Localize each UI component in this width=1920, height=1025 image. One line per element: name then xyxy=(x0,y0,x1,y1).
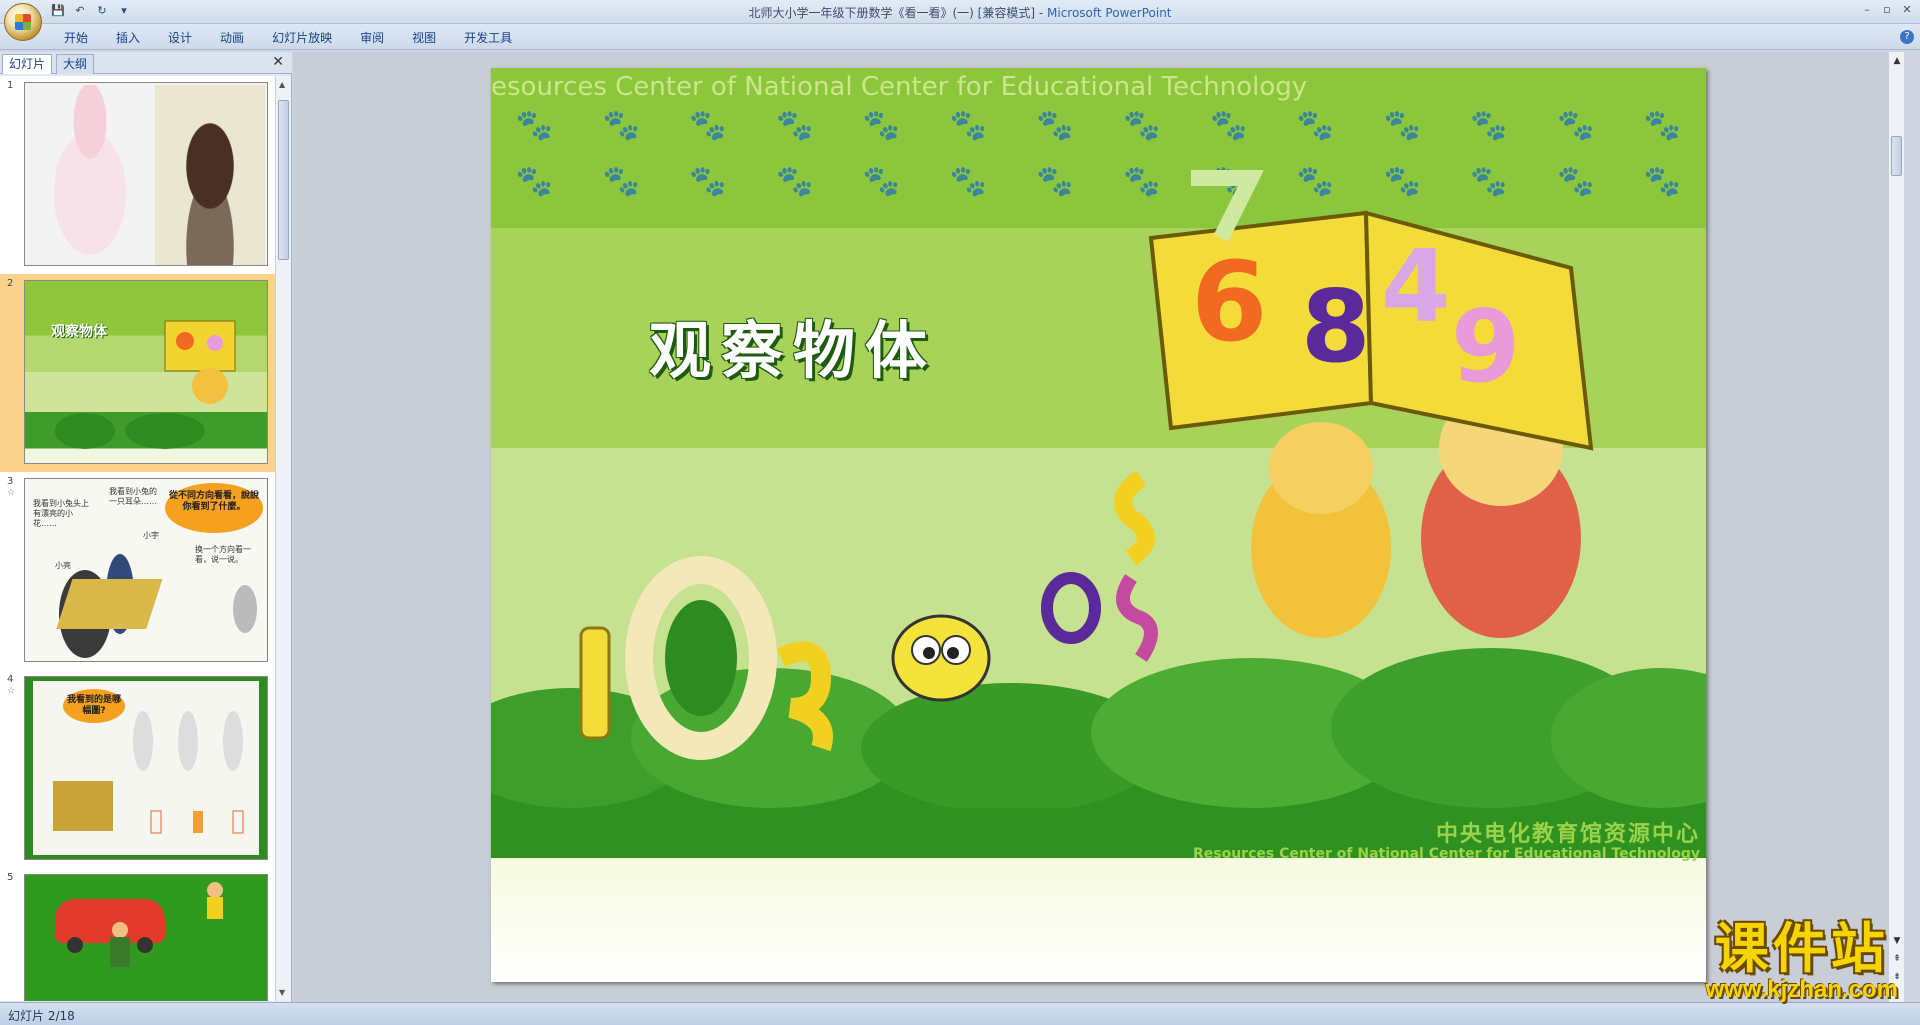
book-digit-8: 8 xyxy=(1301,268,1371,385)
logo-chinese: 中央电化教育馆资源中心 xyxy=(1435,822,1700,847)
digit-two xyxy=(1116,574,1158,662)
current-slide[interactable]: 🐾 🐾 🐾 🐾 🐾 🐾 🐾 🐾 🐾 🐾 🐾 🐾 🐾 🐾 🐾 🐾 🐾 🐾 🐾 🐾 🐾 🐾 🐾 🐾 🐾 🐾 🐾 🐾 esources C… xyxy=(491,68,1706,982)
scroll-up-icon[interactable]: ▲ xyxy=(279,80,285,89)
slides-pane: 幻灯片 大纲 ✕ 1 2 观察物体 3 ☆ 從不同方向看看，說說你看到了什麼。 … xyxy=(0,52,292,1002)
thumbnail-illustration xyxy=(67,882,223,967)
digit-zero-purple xyxy=(1041,572,1101,644)
slide-thumbnail-2[interactable]: 2 观察物体 xyxy=(0,274,276,472)
scroll-thumb[interactable] xyxy=(1891,136,1902,176)
bug-character xyxy=(891,614,991,702)
office-logo-icon xyxy=(15,14,31,30)
slide-title[interactable]: 观察物体 xyxy=(649,300,937,390)
digit-three xyxy=(776,641,833,752)
digit-one xyxy=(579,626,611,740)
girl-photo-back xyxy=(155,85,265,265)
app-name: Microsoft PowerPoint xyxy=(1047,6,1172,20)
book-digit-9: 9 xyxy=(1451,288,1521,405)
ribbon-tabs: 开始 插入 设计 动画 幻灯片放映 审阅 视图 开发工具 xyxy=(50,29,526,47)
thumbnail-illustration xyxy=(55,320,236,449)
digit-five xyxy=(1114,470,1155,566)
slide-number: 4 xyxy=(7,674,14,685)
site-watermark: 课件站 www.kjzhan.com xyxy=(1706,920,1898,1004)
status-bar: 幻灯片 2/18 xyxy=(0,1002,1920,1025)
minimize-button[interactable]: – xyxy=(1858,2,1876,18)
book-digit-6: 6 xyxy=(1191,238,1268,366)
tab-view[interactable]: 视图 xyxy=(398,29,450,47)
slide-number: 3 xyxy=(7,476,14,487)
scroll-thumb[interactable] xyxy=(278,100,289,260)
animation-star-icon: ☆ xyxy=(7,686,16,696)
document-title: 北师大小学一年级下册数学《看一看》(一) [兼容模式] - xyxy=(748,6,1047,20)
girl-photo-front xyxy=(27,85,153,265)
office-button[interactable] xyxy=(4,3,42,41)
slide-number: 1 xyxy=(7,80,14,91)
slide-preview: 從不同方向看看，說說你看到了什麼。 我看到小兔头上有漂亮的小花…… 我看到小兔的… xyxy=(24,478,268,662)
slide-number: 5 xyxy=(7,872,14,883)
ribbon: 开始 插入 设计 动画 幻灯片放映 审阅 视图 开发工具 ? xyxy=(0,24,1920,50)
thumbnail-illustration xyxy=(56,554,257,658)
slide-editor: 🐾 🐾 🐾 🐾 🐾 🐾 🐾 🐾 🐾 🐾 🐾 🐾 🐾 🐾 🐾 🐾 🐾 🐾 🐾 🐾 🐾 🐾 🐾 🐾 🐾 🐾 🐾 🐾 esources C… xyxy=(293,52,1904,1002)
tab-outline[interactable]: 大纲 xyxy=(56,54,95,74)
tab-home[interactable]: 开始 xyxy=(50,29,102,47)
slide-counter: 幻灯片 2/18 xyxy=(8,1009,75,1023)
pane-tabs: 幻灯片 大纲 ✕ xyxy=(0,52,292,74)
scroll-down-icon[interactable]: ▼ xyxy=(279,988,285,997)
slide-thumbnail-list: 1 2 观察物体 3 ☆ 從不同方向看看，說說你看到了什麼。 我看到小兔头上有漂… xyxy=(0,76,276,1001)
slide-number: 2 xyxy=(7,278,14,289)
slide-preview: 观察物体 xyxy=(24,280,268,464)
slide-thumbnail-4[interactable]: 4 ☆ 我看到的是哪幅圖? xyxy=(0,670,276,868)
logo-english: Resources Center of National Center for … xyxy=(1192,846,1700,862)
scroll-up-icon[interactable]: ▲ xyxy=(1891,56,1903,70)
book-digit-4: 4 xyxy=(1381,228,1451,345)
tab-review[interactable]: 审阅 xyxy=(346,29,398,47)
close-pane-icon[interactable]: ✕ xyxy=(272,54,284,70)
slide-thumbnail-1[interactable]: 1 xyxy=(0,76,276,274)
watermark-chinese: 课件站 xyxy=(1714,916,1889,980)
slide-preview xyxy=(24,874,268,1001)
tab-developer[interactable]: 开发工具 xyxy=(450,29,526,47)
slide-preview: 我看到的是哪幅圖? xyxy=(24,676,268,860)
title-bar: 💾 ↶ ↻ ▾ 北师大小学一年级下册数学《看一看》(一) [兼容模式] - Mi… xyxy=(0,0,1920,41)
tab-design[interactable]: 设计 xyxy=(154,29,206,47)
tab-slideshow[interactable]: 幻灯片放映 xyxy=(258,29,346,47)
slide-thumbnail-3[interactable]: 3 ☆ 從不同方向看看，說說你看到了什麼。 我看到小兔头上有漂亮的小花…… 我看… xyxy=(0,472,276,670)
window-title: 北师大小学一年级下册数学《看一看》(一) [兼容模式] - Microsoft … xyxy=(0,4,1920,21)
digit-zero-hole xyxy=(665,600,737,716)
slide-thumbnail-5[interactable]: 5 xyxy=(0,868,276,1001)
tab-slides[interactable]: 幻灯片 xyxy=(2,54,53,74)
watermark-url: www.kjzhan.com xyxy=(1705,976,1898,1003)
window-controls: – ▫ ✕ xyxy=(1858,2,1916,18)
editor-scrollbar[interactable]: ▲ ▼ ⇞ ⇟ xyxy=(1888,52,1904,1002)
slide-inner: 我看到的是哪幅圖? xyxy=(33,681,259,855)
tab-animations[interactable]: 动画 xyxy=(206,29,258,47)
close-button[interactable]: ✕ xyxy=(1898,2,1916,18)
animation-star-icon: ☆ xyxy=(7,488,16,498)
tab-insert[interactable]: 插入 xyxy=(102,29,154,47)
slide-preview xyxy=(24,82,268,266)
restore-button[interactable]: ▫ xyxy=(1878,2,1896,18)
thumbnail-illustration xyxy=(53,711,244,834)
help-icon[interactable]: ? xyxy=(1900,30,1914,44)
thumbnail-scrollbar[interactable]: ▲ ▼ xyxy=(275,76,291,1001)
